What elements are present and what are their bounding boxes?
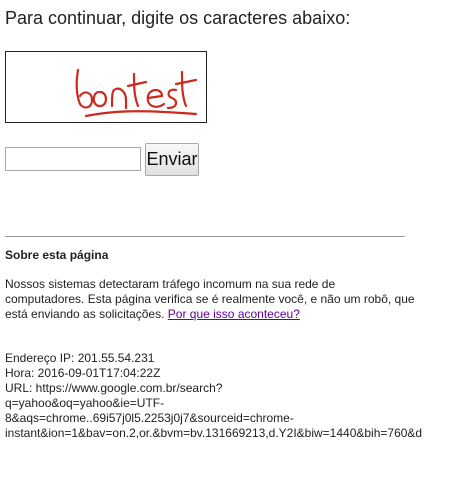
captcha-image [5, 51, 207, 123]
url-line: URL: https://www.google.com.br/search? [5, 381, 223, 395]
section-divider [5, 236, 405, 237]
request-details: Endereço IP: 201.55.54.231 Hora: 2016-09… [5, 351, 457, 441]
page-prompt: Para continuar, digite os caracteres aba… [5, 8, 351, 28]
url-line: instant&ion=1&bav=on.2,or.&bvm=bv.131669… [5, 426, 423, 440]
captcha-answer-input[interactable] [5, 147, 141, 171]
submit-button[interactable]: Enviar [145, 143, 199, 176]
why-link[interactable]: Por que isso aconteceu? [168, 307, 300, 321]
url-line: 8&aqs=chrome..69i57j0l5.2253j0j7&sourcei… [5, 411, 294, 425]
timestamp: Hora: 2016-09-01T17:04:22Z [5, 366, 161, 380]
ip-address: Endereço IP: 201.55.54.231 [5, 351, 155, 365]
url-line: q=yahoo&oq=yahoo&ie=UTF- [5, 396, 165, 410]
about-title: Sobre esta página [5, 248, 109, 262]
about-body: Nossos sistemas detectaram tráfego incom… [5, 277, 415, 322]
captcha-distorted-text [75, 68, 198, 118]
